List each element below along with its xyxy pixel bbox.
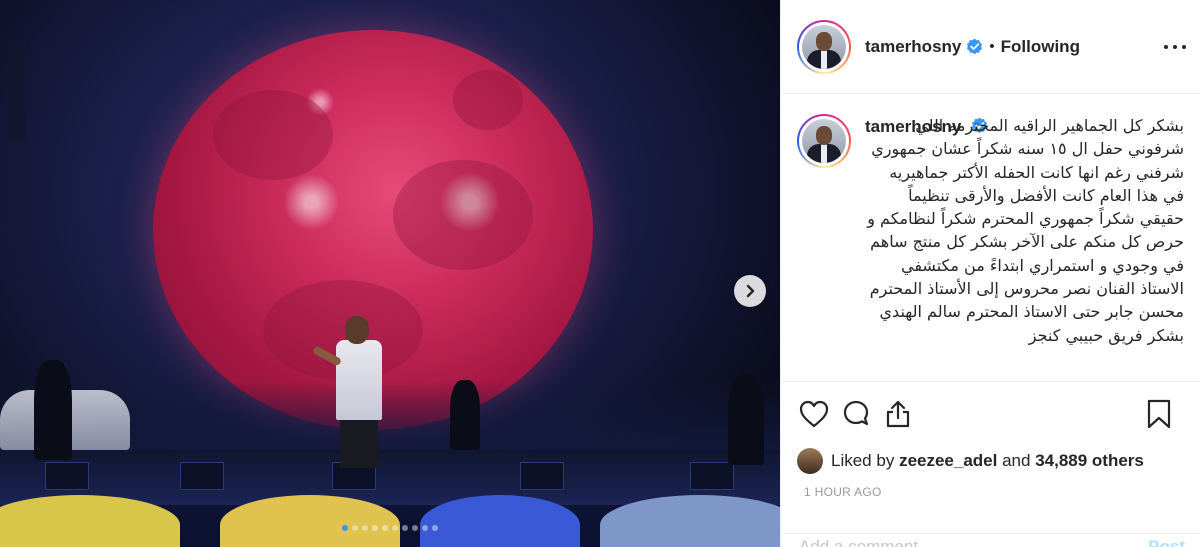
post-photo[interactable] xyxy=(0,0,780,547)
caption-body: بشكر كل الجماهير الراقيه المحترمه اللي ش… xyxy=(867,116,1184,345)
carousel-dot xyxy=(402,525,408,531)
bookmark-icon[interactable] xyxy=(1142,397,1176,431)
carousel-dot xyxy=(352,525,358,531)
carousel-dot xyxy=(382,525,388,531)
post-sidebar: tamerhosny • Following tamerhosny بشكر ك… xyxy=(780,0,1200,547)
likes-prefix: Liked by xyxy=(831,451,895,470)
likes-row: Liked by zeezee_adel and 34,889 others xyxy=(781,446,1200,476)
more-options-icon[interactable] xyxy=(1164,38,1186,56)
heart-icon[interactable] xyxy=(797,397,831,431)
stage-speaker xyxy=(690,462,734,490)
carousel-dot xyxy=(422,525,428,531)
musician-left xyxy=(34,360,72,460)
carousel-dot xyxy=(432,525,438,531)
post-actions xyxy=(781,382,1200,446)
carousel-dot xyxy=(412,525,418,531)
crowd-balloon xyxy=(220,495,400,547)
author-username[interactable]: tamerhosny xyxy=(865,37,961,57)
carousel-dot xyxy=(372,525,378,531)
caption-avatar[interactable] xyxy=(797,114,851,168)
next-slide-button[interactable] xyxy=(734,275,766,307)
caption-text: tamerhosny بشكر كل الجماهير الراقيه المح… xyxy=(865,114,1184,347)
cameraman xyxy=(450,380,480,450)
crowd-balloon xyxy=(420,495,580,547)
post-comment-button[interactable]: Post xyxy=(1148,537,1185,547)
likes-count[interactable]: 34,889 others xyxy=(1035,451,1144,470)
author-avatar[interactable] xyxy=(797,19,851,74)
likes-and: and xyxy=(1002,451,1031,470)
singer-head xyxy=(345,316,369,344)
caption-section: tamerhosny بشكر كل الجماهير الراقيه المح… xyxy=(781,94,1200,382)
verified-badge-icon xyxy=(966,38,983,55)
comment-input[interactable]: Add a comment… xyxy=(799,537,935,547)
chevron-right-icon xyxy=(746,284,755,298)
likes-text: Liked by zeezee_adel and 34,889 others xyxy=(831,451,1144,471)
singer-legs xyxy=(340,418,378,468)
singer-body xyxy=(336,340,382,420)
carousel-dot xyxy=(342,525,348,531)
share-icon[interactable] xyxy=(881,397,915,431)
following-button[interactable]: Following xyxy=(1001,37,1080,57)
carousel-dot xyxy=(392,525,398,531)
carousel-indicator xyxy=(0,525,780,531)
carousel-dot xyxy=(362,525,368,531)
stage-truss xyxy=(8,40,26,140)
comment-bar: Add a comment… Post xyxy=(781,533,1200,547)
stage-speaker xyxy=(45,462,89,490)
comment-icon[interactable] xyxy=(839,397,873,431)
post-timestamp[interactable]: 1 HOUR AGO xyxy=(781,476,1200,499)
liker-username[interactable]: zeezee_adel xyxy=(899,451,997,470)
musician-right xyxy=(728,375,764,465)
stage-speaker xyxy=(180,462,224,490)
post-header: tamerhosny • Following xyxy=(781,0,1200,94)
stage-speaker xyxy=(520,462,564,490)
liker-avatar[interactable] xyxy=(797,448,823,474)
header-separator: • xyxy=(989,38,995,55)
